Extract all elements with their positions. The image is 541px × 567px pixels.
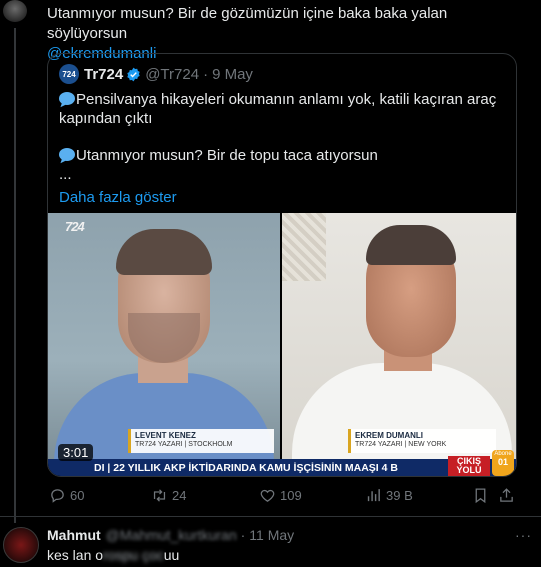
more-options-icon[interactable]: ···	[515, 527, 532, 543]
program-badge-label: ÇIKIŞ YOLU	[448, 456, 490, 476]
reply-author-name[interactable]: Mahmut	[47, 527, 101, 543]
reply-header: Mahmut @Mahmut_kurtkuran · 11 May	[47, 527, 294, 543]
news-ticker: DI | 22 YILLIK AKP İKTİDARINDA KAMU İŞÇİ…	[48, 459, 516, 476]
reply-text-blurred: rospu çoc	[103, 547, 164, 563]
action-bar: 60 24 109 39 B	[47, 485, 517, 505]
bookmark-icon	[475, 487, 486, 503]
speech-bubble-icon	[59, 148, 75, 161]
like-count: 109	[280, 487, 302, 503]
person-right-hair	[366, 225, 456, 265]
quote-date[interactable]: 9 May	[212, 66, 253, 83]
channel-logo: 724	[65, 219, 85, 234]
divider	[0, 516, 541, 517]
video-duration: 3:01	[58, 444, 94, 461]
quote-body: Pensilvanya hikayeleri okumanın anlamı y…	[59, 90, 499, 207]
views-chart-icon	[367, 488, 380, 501]
reply-date[interactable]: 11 May	[249, 527, 294, 543]
reply-button[interactable]: 60	[49, 485, 84, 505]
quote-author-name[interactable]: Tr724	[84, 66, 123, 83]
lower-third-right-name: EKREM DUMANLI	[355, 431, 423, 440]
views-button[interactable]: 39 B	[365, 485, 413, 505]
reply-avatar[interactable]	[3, 527, 39, 563]
reply-text-start: kes lan o	[47, 547, 104, 563]
reply-text-end: uu	[163, 547, 180, 563]
program-badge: ÇIKIŞ YOLU Abone 01	[448, 450, 516, 476]
separator-dot: ·	[240, 527, 246, 543]
like-button[interactable]: 109	[259, 485, 302, 505]
show-more-link[interactable]: Daha fazla göster	[59, 188, 499, 207]
heart-icon	[260, 489, 275, 502]
quoted-tweet[interactable]: 724 Tr724 @Tr724 · 9 May Pensilvanya hik…	[47, 53, 517, 477]
wall-decoration	[282, 213, 326, 281]
video-panel-right	[282, 213, 516, 459]
lower-third-left: LEVENT KENEZ TR724 YAZARI | STOCKHOLM	[128, 429, 274, 453]
quote-author-handle[interactable]: @Tr724	[145, 66, 199, 83]
separator-dot: ·	[203, 65, 209, 83]
lower-third-left-role: TR724 YAZARI | STOCKHOLM	[135, 441, 233, 448]
video-panel-left: 724	[48, 213, 280, 459]
badge-bottom: YOLU	[456, 465, 482, 475]
author-avatar[interactable]	[3, 0, 27, 22]
repost-count: 24	[172, 487, 187, 503]
lower-third-left-name: LEVENT KENEZ	[135, 431, 196, 440]
share-icon	[500, 487, 513, 502]
quote-line-2: Utanmıyor musun? Bir de topu taca atıyor…	[76, 147, 378, 164]
thread-line	[14, 28, 16, 523]
reply-count: 60	[70, 487, 85, 503]
reply-text: kes lan o rospu çoc uu	[47, 547, 179, 563]
views-count: 39 B	[386, 487, 413, 503]
reply-author-handle[interactable]: @Mahmut_kurtkuran	[106, 527, 237, 543]
share-button[interactable]	[498, 485, 519, 505]
person-left-hair	[116, 229, 212, 275]
speech-bubble-icon	[59, 92, 75, 105]
quote-header: 724 Tr724 @Tr724 · 9 May	[59, 64, 253, 84]
lower-third-right-role: TR724 YAZARI | NEW YORK	[355, 441, 447, 448]
quote-ellipsis: ...	[59, 166, 72, 183]
repost-button[interactable]: 24	[151, 485, 186, 505]
abone-number: 01	[497, 457, 508, 467]
repost-icon	[153, 488, 166, 502]
bookmark-button[interactable]	[472, 485, 493, 505]
tweet-body: Utanmıyor musun? Bir de gözümüzün içine …	[47, 5, 448, 42]
quote-avatar[interactable]: 724	[59, 64, 79, 84]
reply-icon	[51, 488, 64, 503]
verified-badge-icon	[127, 67, 140, 81]
subscribe-badge: Abone 01	[492, 450, 514, 476]
quote-line-1: Pensilvanya hikayeleri okumanın anlamı y…	[59, 91, 497, 127]
video-player[interactable]: 724 LEVENT KENEZ TR724 YAZARI | STOCKHOL…	[48, 213, 516, 476]
